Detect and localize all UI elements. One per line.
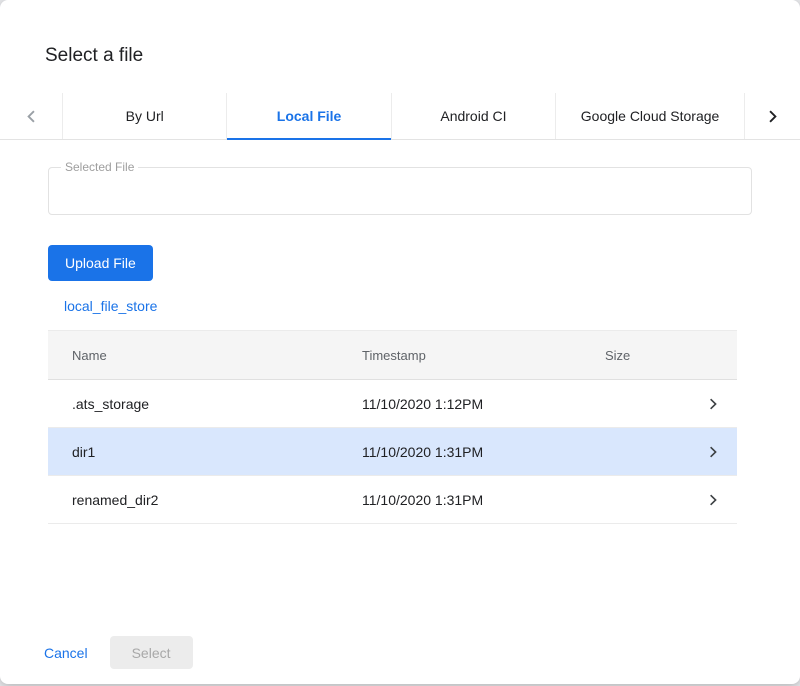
tab-list: By Url Local File Android CI Google Clou… xyxy=(62,93,744,139)
row-name: renamed_dir2 xyxy=(48,492,362,508)
select-file-dialog: Select a file By Url Local File Android … xyxy=(0,0,800,684)
tab-label: By Url xyxy=(126,108,164,124)
tabs-scroll-left-button[interactable] xyxy=(0,93,62,139)
dialog-title: Select a file xyxy=(0,0,800,67)
chevron-left-icon xyxy=(23,108,40,125)
row-name: dir1 xyxy=(48,444,362,460)
chevron-right-icon xyxy=(764,108,781,125)
table-row-dir1[interactable]: dir1 11/10/2020 1:31PM xyxy=(48,428,737,476)
tab-by-url[interactable]: By Url xyxy=(62,93,226,139)
chevron-right-icon xyxy=(706,493,720,507)
row-chevron-cell xyxy=(689,397,737,411)
tab-bar: By Url Local File Android CI Google Clou… xyxy=(0,93,800,140)
row-chevron-cell xyxy=(689,493,737,507)
row-chevron-cell xyxy=(689,445,737,459)
chevron-right-icon xyxy=(706,397,720,411)
dialog-actions: Cancel Select xyxy=(36,636,800,669)
tab-label: Local File xyxy=(277,108,342,124)
select-button[interactable]: Select xyxy=(110,636,193,669)
column-header-size: Size xyxy=(605,348,689,363)
selected-file-field: Selected File xyxy=(48,167,752,215)
tab-label: Android CI xyxy=(440,108,506,124)
file-table: Name Timestamp Size .ats_storage 11/10/2… xyxy=(48,330,737,524)
upload-file-button[interactable]: Upload File xyxy=(48,245,153,281)
cancel-button[interactable]: Cancel xyxy=(36,637,96,669)
column-header-name: Name xyxy=(48,348,362,363)
row-timestamp: 11/10/2020 1:12PM xyxy=(362,396,605,412)
row-timestamp: 11/10/2020 1:31PM xyxy=(362,492,605,508)
row-name: .ats_storage xyxy=(48,396,362,412)
table-row-renamed-dir2[interactable]: renamed_dir2 11/10/2020 1:31PM xyxy=(48,476,737,524)
breadcrumb-local-file-store[interactable]: local_file_store xyxy=(64,298,157,314)
table-header-row: Name Timestamp Size xyxy=(48,330,737,380)
column-header-timestamp: Timestamp xyxy=(362,348,605,363)
tab-local-file[interactable]: Local File xyxy=(226,93,390,139)
tab-google-cloud-storage[interactable]: Google Cloud Storage xyxy=(555,93,744,139)
selected-file-field-label: Selected File xyxy=(61,160,138,174)
table-row-ats-storage[interactable]: .ats_storage 11/10/2020 1:12PM xyxy=(48,380,737,428)
chevron-right-icon xyxy=(706,445,720,459)
selected-file-input[interactable] xyxy=(49,168,751,214)
breadcrumb-row: local_file_store xyxy=(64,298,800,316)
tab-android-ci[interactable]: Android CI xyxy=(391,93,555,139)
tab-label: Google Cloud Storage xyxy=(581,108,720,124)
tabs-scroll-right-button[interactable] xyxy=(744,93,800,139)
row-timestamp: 11/10/2020 1:31PM xyxy=(362,444,605,460)
